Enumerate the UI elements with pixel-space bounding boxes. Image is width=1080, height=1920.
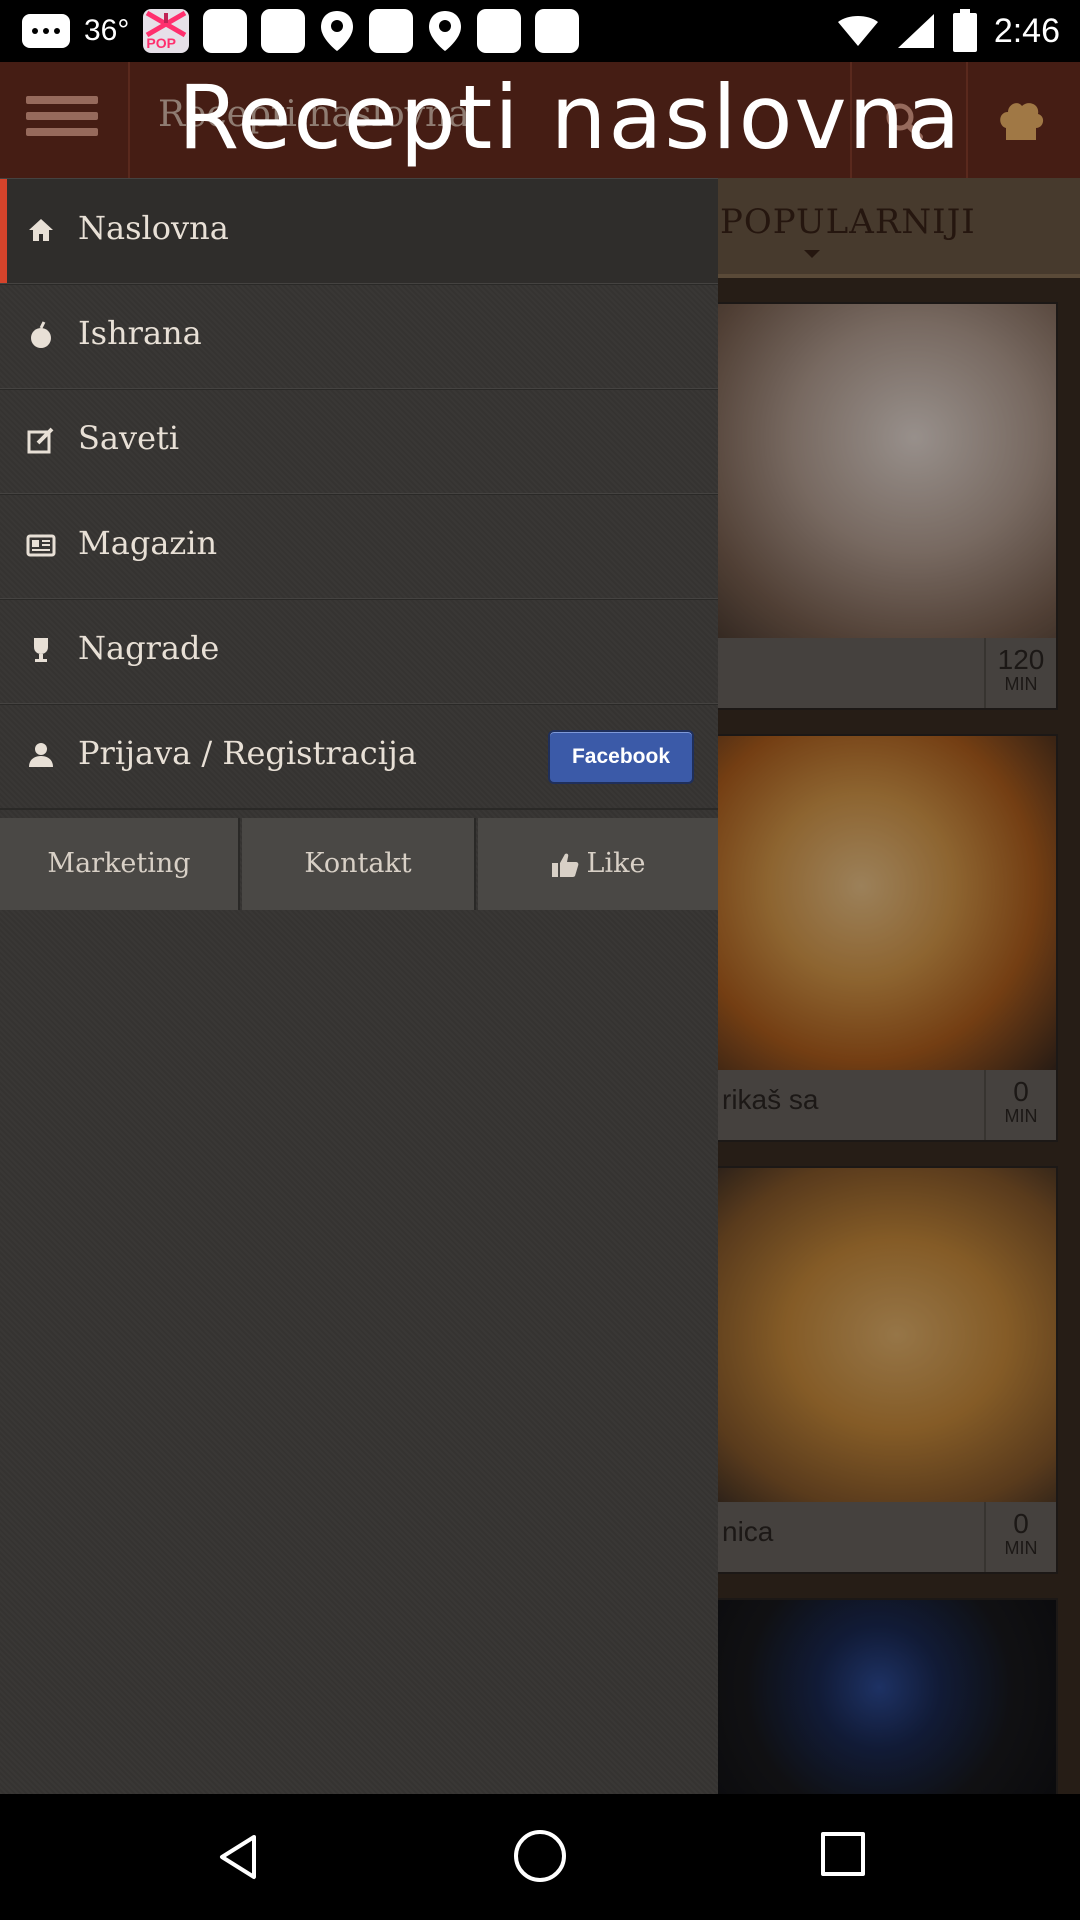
like-button[interactable]: Like — [478, 818, 718, 910]
navigation-drawer: Naslovna Ishrana Saveti Magazin Nagrade … — [0, 178, 718, 1794]
drawer-item-naslovna[interactable]: Naslovna — [0, 178, 718, 285]
drawer-item-label: Ishrana — [78, 314, 202, 352]
drawer-item-prijava[interactable]: Prijava / Registracija Facebook — [0, 703, 718, 810]
notification-square-icon — [477, 9, 522, 53]
signal-icon — [897, 14, 934, 48]
drawer-item-label: Naslovna — [78, 209, 229, 247]
notification-square-icon — [535, 9, 580, 53]
pop-app-icon: POP — [143, 9, 190, 53]
drawer-footer: Marketing Kontakt Like — [0, 818, 718, 910]
drawer-item-label: Saveti — [78, 419, 180, 457]
back-icon[interactable] — [214, 1832, 264, 1882]
kontakt-button[interactable]: Kontakt — [242, 818, 476, 910]
user-icon — [29, 743, 53, 767]
location-pin-icon — [321, 11, 354, 51]
home-button-icon[interactable] — [514, 1830, 566, 1882]
active-indicator — [0, 179, 7, 283]
drawer-item-label: Nagrade — [78, 629, 220, 667]
drawer-item-ishrana[interactable]: Ishrana — [0, 283, 718, 390]
newspaper-icon — [26, 534, 56, 557]
drawer-item-label: Prijava / Registracija — [78, 734, 417, 772]
wifi-icon — [837, 16, 878, 46]
notification-square-icon — [369, 9, 414, 53]
battery-icon — [952, 9, 977, 52]
more-notifications-icon — [22, 14, 70, 48]
notification-square-icon — [261, 9, 306, 53]
apple-icon — [31, 321, 51, 348]
facebook-button[interactable]: Facebook — [548, 730, 694, 784]
drawer-item-nagrade[interactable]: Nagrade — [0, 598, 718, 705]
like-label: Like — [586, 848, 646, 879]
thumbs-up-icon — [551, 853, 578, 877]
notification-square-icon — [203, 9, 248, 53]
drawer-item-label: Magazin — [78, 524, 218, 562]
location-pin-icon — [429, 11, 462, 51]
drawer-item-magazin[interactable]: Magazin — [0, 493, 718, 600]
temperature: 36° — [84, 14, 130, 47]
page-title-overlay: Recepti naslovna — [178, 66, 963, 169]
home-icon — [29, 219, 53, 241]
edit-icon — [27, 427, 54, 454]
status-bar: 36° POP 2:46 — [0, 0, 1080, 62]
drawer-item-saveti[interactable]: Saveti — [0, 388, 718, 495]
marketing-button[interactable]: Marketing — [0, 818, 240, 910]
recent-apps-icon[interactable] — [821, 1832, 865, 1876]
clock: 2:46 — [993, 11, 1060, 50]
system-nav-bar — [0, 1794, 1080, 1920]
trophy-icon — [34, 638, 48, 662]
